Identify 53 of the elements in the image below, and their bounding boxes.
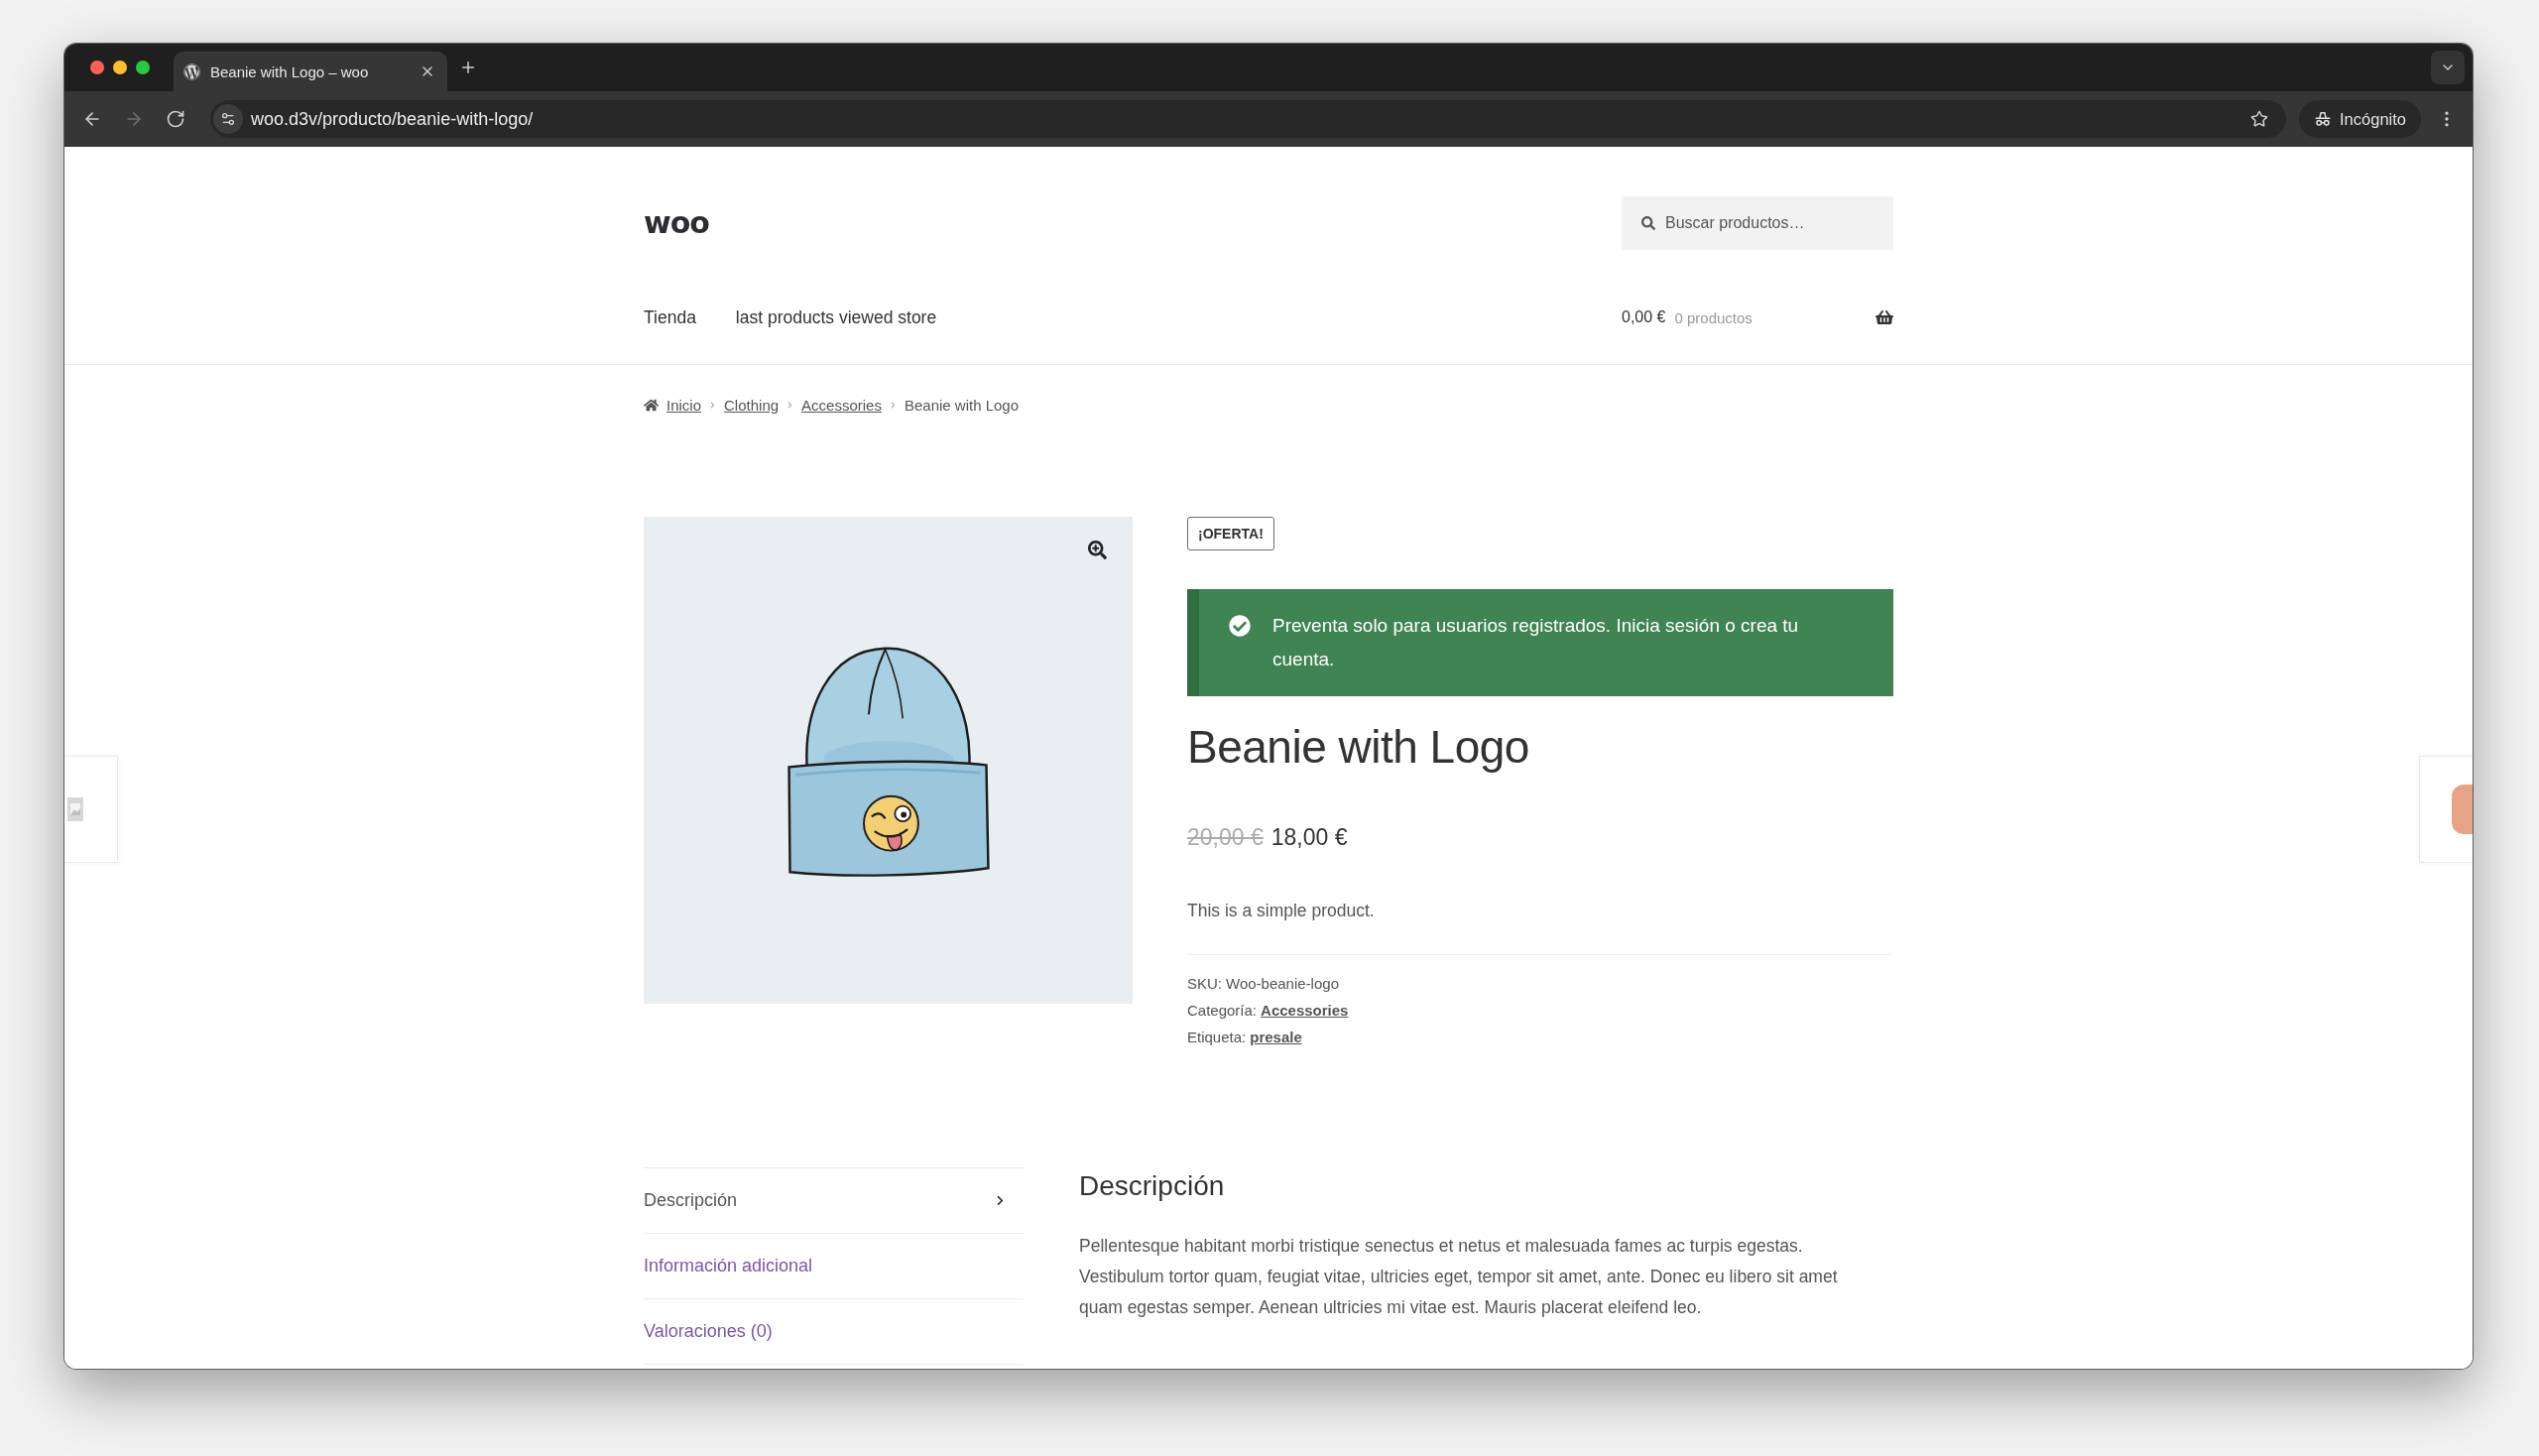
wordpress-icon <box>183 62 200 80</box>
nav-link[interactable]: last products viewed store <box>735 306 937 328</box>
chevron-icon <box>709 401 717 409</box>
address-field[interactable]: woo.d3v/producto/beanie-with-logo/ <box>210 100 2286 138</box>
chevron-icon <box>995 1195 1006 1206</box>
meta-text: Woo-beanie-logo <box>1226 974 1339 994</box>
description-text: Pellentesque habitant morbi tristique senectus et netus et malesuada fames ac turpis egestas. Vestibulum tortor quam, feugiat vitae, ultricies eget, tempor sit amet, ante. Donec eu libero sit amet quam egestas semper. Aenean ultricies mi vitae est. Mauris placerat eleifend leo. <box>1079 1235 1839 1319</box>
window-zoom-button[interactable] <box>136 61 150 74</box>
panel-heading: Descripción <box>1079 1169 1226 1203</box>
product-title: Beanie with Logo <box>1187 720 1530 775</box>
regular-price: 20,00 € <box>1187 823 1264 851</box>
zoom-icon[interactable] <box>1088 541 1107 559</box>
sale-badge: ¡OFERTA! <box>1187 517 1274 550</box>
product-tab[interactable]: Información adicional <box>644 1234 1024 1299</box>
new-tab-icon[interactable] <box>459 59 477 76</box>
tab-search-button[interactable] <box>2431 51 2465 84</box>
window-minimize-button[interactable] <box>113 61 127 74</box>
window-close-button[interactable] <box>90 61 104 74</box>
chevron-icon <box>786 401 794 409</box>
check-icon <box>1229 615 1251 637</box>
cart-count: 0 productos <box>1674 308 1753 326</box>
reload-icon[interactable] <box>166 109 185 129</box>
meta-label: Etiqueta: <box>1187 1028 1247 1047</box>
sale-price: 18,00 € <box>1270 823 1348 851</box>
meta-link[interactable]: Accessories <box>1261 997 1349 1024</box>
settings-icon <box>220 111 236 127</box>
nav-link[interactable]: Tienda <box>644 306 696 328</box>
photo-placeholder <box>2452 785 2473 834</box>
browser-tab[interactable]: Beanie with Logo – woo <box>174 52 447 91</box>
star-icon[interactable] <box>2250 110 2268 128</box>
product-tab[interactable]: Valoraciones (0) <box>644 1299 1024 1365</box>
notice-text: Preventa solo para usuarios registrados. Inicia sesión o crea tu cuenta. <box>1272 614 1800 671</box>
cart-total[interactable]: 0,00 € <box>1622 308 1666 326</box>
url-text: woo.d3v/producto/beanie-with-logo/ <box>251 108 535 130</box>
breadcrumb-link[interactable]: Inicio <box>666 396 702 414</box>
home-icon[interactable] <box>644 397 659 413</box>
image-placeholder-icon <box>67 797 83 821</box>
meta-label: Categoría: <box>1187 1001 1258 1021</box>
chevron-icon <box>889 401 897 409</box>
breadcrumb-link[interactable]: Clothing <box>724 396 780 414</box>
basket-icon[interactable] <box>1875 308 1893 326</box>
site-settings-button[interactable] <box>213 104 243 134</box>
search-field[interactable]: Buscar productos… <box>1622 196 1893 250</box>
meta-link[interactable]: presale <box>1250 1024 1302 1050</box>
product-tab[interactable]: Descripción <box>644 1168 1024 1234</box>
meta-label: SKU: <box>1187 974 1222 994</box>
incognito-badge[interactable]: Incógnito <box>2299 100 2421 138</box>
site-title[interactable]: woo <box>644 205 709 241</box>
short-description: This is a simple product. <box>1187 900 1376 922</box>
breadcrumb-current: Beanie with Logo <box>904 396 1020 414</box>
breadcrumb-link[interactable]: Accessories <box>801 396 882 414</box>
incognito-icon <box>2314 110 2332 128</box>
search-icon <box>1641 216 1655 230</box>
